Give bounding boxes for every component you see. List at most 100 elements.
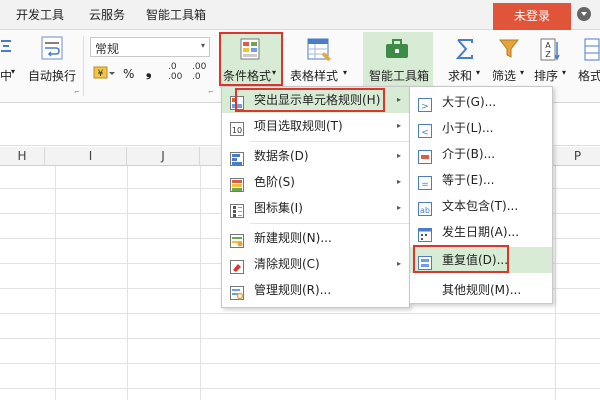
sort-button[interactable]: 排序: [534, 67, 558, 84]
icon-sets-icon: [230, 201, 244, 218]
currency-icon[interactable]: ¥: [93, 65, 115, 84]
chevron-down-icon[interactable]: ▾: [520, 68, 524, 77]
sum-button[interactable]: 求和: [448, 67, 472, 84]
format-button[interactable]: 格式: [578, 67, 600, 84]
decrease-decimal-button[interactable]: .00 .0: [192, 62, 206, 82]
submenu-item-label: 小于(L)...: [442, 121, 494, 135]
svg-text:<: <: [421, 128, 429, 138]
filter-button[interactable]: 筛选: [492, 67, 516, 84]
submenu-item-date-occurring[interactable]: 发生日期(A)...: [410, 219, 552, 245]
column-header-i[interactable]: I: [55, 147, 127, 166]
conditional-format-button[interactable]: 条件格式: [223, 67, 271, 84]
submenu-item-text-contains[interactable]: ab 文本包含(T)...: [410, 193, 552, 219]
login-button[interactable]: 未登录: [493, 3, 571, 30]
chevron-down-icon[interactable]: ▾: [343, 68, 347, 77]
menu-item-highlight-box: [235, 88, 385, 112]
svg-text:=: =: [421, 180, 429, 190]
format-icon[interactable]: [584, 38, 600, 65]
menu-item-clear-rules[interactable]: 清除规则(C) ▸: [222, 251, 409, 277]
collapse-icon[interactable]: [574, 6, 594, 26]
chevron-down-icon[interactable]: ▾: [476, 68, 480, 77]
conditional-format-menu: 突出显示单元格规则(H) ▸ 10 项目选取规则(T) ▸ 数据条(D) ▸ 色…: [221, 86, 410, 308]
menu-separator: [250, 141, 410, 142]
smart-toolbox-button[interactable]: 智能工具箱: [369, 67, 429, 84]
data-bars-icon: [230, 149, 244, 166]
submenu-item-less-than[interactable]: < 小于(L)...: [410, 115, 552, 141]
increase-decimal-button[interactable]: .0 .00: [168, 62, 182, 82]
column-line: [127, 166, 128, 400]
conditional-format-icon[interactable]: [240, 38, 264, 65]
submenu-item-more-rules[interactable]: 其他规则(M)...: [410, 277, 552, 303]
percent-button[interactable]: %: [123, 67, 134, 81]
submenu-item-label: 发生日期(A)...: [442, 225, 520, 239]
wrap-text-button[interactable]: 自动换行: [28, 67, 76, 84]
submenu-item-label: 大于(G)...: [442, 95, 497, 109]
menu-item-data-bars[interactable]: 数据条(D) ▸: [222, 143, 409, 169]
submenu-item-between[interactable]: 介于(B)...: [410, 141, 552, 167]
wrap-text-icon[interactable]: [41, 36, 63, 63]
submenu-arrow-icon: ▸: [396, 121, 401, 130]
menu-separator: [250, 223, 410, 224]
column-header-h[interactable]: H: [0, 147, 45, 166]
top-bottom-icon: 10: [230, 119, 244, 136]
comma-button[interactable]: ❟: [146, 64, 152, 80]
toolbox-icon[interactable]: [384, 38, 410, 63]
row-line: [0, 388, 600, 389]
column-line: [555, 166, 556, 400]
table-style-icon[interactable]: [307, 38, 333, 65]
svg-text:¥: ¥: [98, 69, 104, 79]
menu-tab-bar: 开发工具 云服务 智能工具箱 未登录: [0, 0, 600, 30]
column-header-p[interactable]: P: [555, 147, 600, 166]
table-style-button[interactable]: 表格样式: [290, 67, 338, 84]
menu-item-label: 清除规则(C): [254, 257, 320, 271]
menu-item-icon-sets[interactable]: 图标集(I) ▸: [222, 195, 409, 221]
menu-item-label: 图标集(I): [254, 201, 303, 215]
tab-cloud[interactable]: 云服务: [82, 0, 132, 30]
chevron-down-icon[interactable]: ▾: [272, 68, 276, 77]
chevron-down-icon: ▾: [200, 41, 205, 50]
sum-icon[interactable]: [455, 38, 475, 63]
align-center-icon[interactable]: [0, 38, 14, 59]
chevron-down-icon[interactable]: ▾: [562, 68, 566, 77]
svg-text:10: 10: [232, 126, 242, 135]
new-rule-icon: [230, 231, 244, 248]
dropdown-arrow-icon[interactable]: ▾: [11, 67, 15, 76]
manage-rules-icon: [230, 283, 244, 300]
column-line: [200, 166, 201, 400]
sort-icon[interactable]: AZ: [540, 38, 560, 65]
submenu-arrow-icon: ▸: [396, 95, 401, 104]
submenu-item-label: 介于(B)...: [442, 147, 496, 161]
between-icon: [418, 147, 432, 164]
submenu-arrow-icon: ▸: [396, 259, 401, 268]
menu-item-label: 项目选取规则(T): [254, 119, 343, 133]
equal-to-icon: =: [418, 173, 432, 190]
increase-decimal-bottom: .00: [168, 72, 183, 82]
menu-item-color-scales[interactable]: 色阶(S) ▸: [222, 169, 409, 195]
decrease-decimal-top: .00: [192, 62, 207, 72]
text-contains-icon: ab: [418, 199, 432, 216]
menu-item-label: 新建规则(N)...: [254, 231, 332, 245]
submenu-arrow-icon: ▸: [396, 203, 401, 212]
menu-item-new-rule[interactable]: 新建规则(N)...: [222, 225, 409, 251]
dialog-launcher-icon[interactable]: ⌐: [208, 88, 214, 96]
increase-decimal-top: .0: [168, 62, 177, 72]
number-format-select[interactable]: 常规 ▾: [90, 37, 210, 57]
filter-icon[interactable]: [498, 38, 522, 63]
number-format-value: 常规: [95, 42, 120, 56]
greater-than-icon: >: [418, 95, 432, 112]
tab-developer[interactable]: 开发工具: [10, 0, 70, 30]
menu-item-top-bottom-rules[interactable]: 10 项目选取规则(T) ▸: [222, 113, 409, 139]
column-header-j[interactable]: J: [127, 147, 200, 166]
submenu-item-greater-than[interactable]: > 大于(G)...: [410, 89, 552, 115]
highlight-rules-submenu: > 大于(G)... < 小于(L)... 介于(B)... = 等于(E)..…: [409, 86, 553, 304]
row-line: [0, 313, 600, 314]
dialog-launcher-icon[interactable]: ⌐: [74, 88, 80, 96]
color-scales-icon: [230, 175, 244, 192]
submenu-item-label: 等于(E)...: [442, 173, 495, 187]
row-line: [0, 338, 600, 339]
menu-item-label: 数据条(D): [254, 149, 309, 163]
tab-smart-toolbox[interactable]: 智能工具箱: [140, 0, 212, 30]
menu-item-manage-rules[interactable]: 管理规则(R)...: [222, 277, 409, 303]
submenu-item-equal-to[interactable]: = 等于(E)...: [410, 167, 552, 193]
menu-item-label: 色阶(S): [254, 175, 295, 189]
